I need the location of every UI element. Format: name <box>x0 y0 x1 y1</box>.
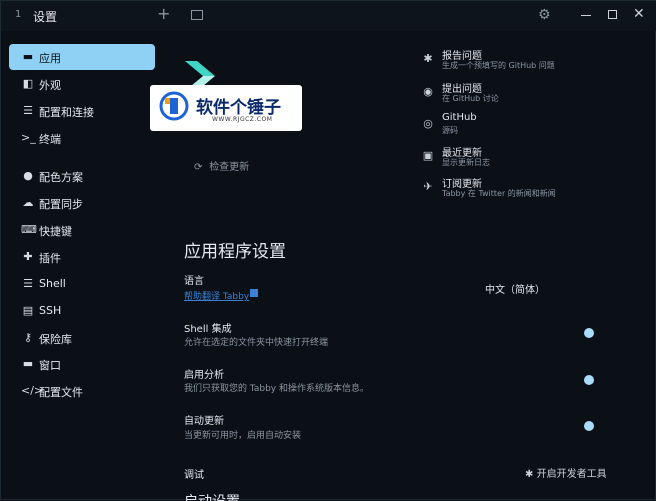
check-updates-button[interactable]: ⟳ 检查更新 <box>194 158 249 173</box>
watermark-logo: 软件个锤子 WWW.RJGCZ.COM <box>150 85 302 131</box>
close-button[interactable]: ✕ <box>633 6 645 22</box>
sidebar-item-label: 窗口 <box>39 359 61 372</box>
watermark-logo-text: 软件个锤子 <box>196 98 281 118</box>
bug-icon: ✱ <box>423 52 433 65</box>
sidebar-item-profiles[interactable]: ☰ 配置和连接 <box>9 98 155 124</box>
language-select[interactable]: 中文（简体） <box>485 281 545 296</box>
app-window: 1 设置 + ⚙ ✕ ▬ 应用 ◧ 外观 ☰ 配置和连接 >_ 终端 ● 配色方… <box>0 0 656 501</box>
color-palette-icon: ● <box>23 169 33 182</box>
tab-settings[interactable]: 设置 <box>33 8 57 25</box>
terminal-icon: >_ <box>21 131 36 144</box>
github-icon: ◎ <box>423 117 433 130</box>
tab-index: 1 <box>15 9 22 20</box>
shell-integration-label: Shell 集成 <box>184 324 232 335</box>
puzzle-icon: ✚ <box>23 250 33 263</box>
ask-question-link[interactable]: ◉ 提出问题 在 GitHub 讨论 <box>421 80 641 110</box>
link-subtitle: 显示更新日志 <box>442 158 490 167</box>
sidebar-item-label: 外观 <box>39 79 61 92</box>
sidebar-item-window[interactable]: ▬ 窗口 <box>9 351 155 377</box>
sidebar-item-application[interactable]: ▬ 应用 <box>9 44 155 70</box>
external-link-icon[interactable] <box>250 289 258 297</box>
cloud-icon: ☁ <box>22 196 34 209</box>
key-icon: ⚷ <box>23 331 33 344</box>
window-icon: ▬ <box>22 357 34 370</box>
book-icon: ▣ <box>422 149 434 162</box>
sidebar-item-label: 快捷键 <box>39 225 72 238</box>
auto-update-label: 自动更新 <box>184 416 224 427</box>
analytics-label: 启用分析 <box>184 370 224 381</box>
sidebar-item-plugins[interactable]: ✚ 插件 <box>9 244 155 270</box>
sidebar-item-label: Shell <box>39 277 66 290</box>
link-subtitle: 源码 <box>442 126 458 135</box>
auto-update-desc: 当更新可用时，启用自动安装 <box>184 431 302 441</box>
changelog-link[interactable]: ▣ 最近更新 显示更新日志 <box>421 144 641 174</box>
sidebar-item-label: 终端 <box>39 133 61 146</box>
debug-label: 调试 <box>184 470 204 481</box>
minimize-button[interactable] <box>581 15 591 16</box>
bug-icon: ✱ <box>525 469 534 480</box>
watermark-logo-icon <box>159 91 189 121</box>
link-subtitle: Tabby 在 Twitter 的新闻和新闻 <box>442 189 556 198</box>
refresh-icon: ⟳ <box>194 162 203 173</box>
watermark-logo-subtext: WWW.RJGCZ.COM <box>212 116 273 123</box>
sidebar-item-label: 应用 <box>39 52 61 65</box>
sidebar-item-terminal[interactable]: >_ 终端 <box>9 125 155 151</box>
sidebar-item-ssh[interactable]: ▤ SSH <box>9 298 155 324</box>
sidebar-item-hotkeys[interactable]: ⌨ 快捷键 <box>9 217 155 243</box>
sidebar-item-label: 配置和连接 <box>39 106 94 119</box>
auto-update-toggle[interactable] <box>584 421 594 431</box>
palette-icon: ◧ <box>22 77 34 90</box>
sidebar-item-label: 配色方案 <box>39 171 83 184</box>
code-icon: </> <box>21 384 44 397</box>
shell-integration-desc: 允许在选定的文件夹中快速打开终端 <box>184 338 329 348</box>
list-icon: ☰ <box>23 277 33 290</box>
server-icon: ▤ <box>22 304 34 317</box>
twitter-icon: ✈ <box>423 180 433 193</box>
open-devtools-button[interactable]: ✱ 开启开发者工具 <box>525 465 607 480</box>
sidebar-item-label: 插件 <box>39 252 61 265</box>
devtools-label: 开启开发者工具 <box>536 469 607 480</box>
sidebar-item-label: 保险库 <box>39 333 72 346</box>
report-issue-link[interactable]: ✱ 报告问题 生成一个预填写的 GitHub 问题 <box>421 47 641 77</box>
chat-icon: ◉ <box>423 85 433 98</box>
analytics-desc: 我们只获取您的 Tabby 和操作系统版本信息。 <box>184 384 369 394</box>
shell-integration-toggle[interactable] <box>584 328 594 338</box>
new-tab-button[interactable]: + <box>157 4 170 23</box>
sidebar-item-config-sync[interactable]: ☁ 配置同步 <box>9 190 155 216</box>
language-label: 语言 <box>184 276 204 287</box>
analytics-toggle[interactable] <box>584 375 594 385</box>
maximize-button[interactable] <box>608 10 617 19</box>
help-translate-link[interactable]: 帮助翻译 Tabby <box>184 289 249 302</box>
settings-heading: 应用程序设置 <box>184 242 286 262</box>
sidebar-item-config-file[interactable]: </> 配置文件 <box>9 378 155 404</box>
link-subtitle: 在 GitHub 讨论 <box>442 94 499 103</box>
gear-icon[interactable]: ⚙ <box>538 7 551 23</box>
sidebar-item-shell[interactable]: ☰ Shell <box>9 271 155 297</box>
check-updates-label: 检查更新 <box>209 162 250 173</box>
github-link[interactable]: ◎ GitHub 源码 <box>421 112 641 142</box>
sidebar-item-label: SSH <box>39 304 62 317</box>
keyboard-icon: ⌨ <box>21 223 37 236</box>
tabs-overview-icon[interactable] <box>191 10 203 20</box>
title-bar: 1 设置 + ⚙ ✕ <box>1 1 656 31</box>
sidebar-item-color-scheme[interactable]: ● 配色方案 <box>9 163 155 189</box>
window-icon: ▬ <box>22 50 34 63</box>
sidebar-item-label: 配置文件 <box>39 386 83 399</box>
sidebar-item-vault[interactable]: ⚷ 保险库 <box>9 325 155 351</box>
sidebar-item-label: 配置同步 <box>39 198 83 211</box>
sidebar-item-appearance[interactable]: ◧ 外观 <box>9 71 155 97</box>
link-subtitle: 生成一个预填写的 GitHub 问题 <box>442 61 555 70</box>
twitter-link[interactable]: ✈ 订阅更新 Tabby 在 Twitter 的新闻和新闻 <box>421 175 641 205</box>
sliders-icon: ☰ <box>23 104 33 117</box>
link-title: GitHub <box>442 112 477 123</box>
